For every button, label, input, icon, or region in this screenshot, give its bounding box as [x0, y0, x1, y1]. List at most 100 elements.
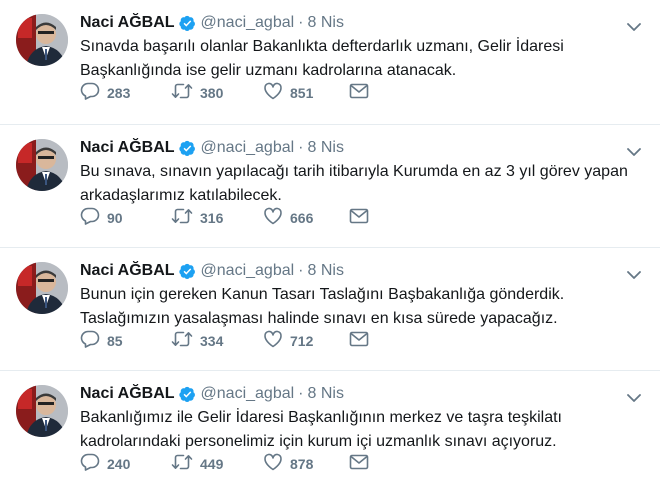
- tweet-text-line: Sınavda başarılı olanlar Bakanlıkta deft…: [80, 38, 564, 55]
- reply-button[interactable]: 240: [80, 453, 171, 476]
- tweet-timestamp[interactable]: 8 Nis: [308, 139, 344, 157]
- reply-icon: [80, 207, 100, 230]
- tweet-text: Sınavda başarılı olanlar Bakanlıkta deft…: [80, 35, 640, 83]
- avatar-photo-icon: [16, 139, 68, 191]
- tweet[interactable]: Naci AĞBAL @naci_agbal · 8 Nis Bu sınava…: [0, 124, 660, 246]
- tweet[interactable]: Naci AĞBAL @naci_agbal · 8 Nis Sınavda b…: [0, 0, 660, 122]
- retweet-button[interactable]: 449: [171, 453, 263, 476]
- heart-icon: [263, 330, 283, 353]
- tweet-text: Bakanlığımız ile Gelir İdaresi Başkanlığ…: [80, 406, 640, 454]
- direct-message-icon: [349, 454, 369, 475]
- author-handle[interactable]: @naci_agbal: [201, 262, 295, 280]
- reply-count: 283: [107, 85, 131, 101]
- separator-dot: ·: [298, 262, 304, 279]
- tweet[interactable]: Naci AĞBAL @naci_agbal · 8 Nis Bakanlığı…: [0, 370, 660, 492]
- reply-button[interactable]: 283: [80, 82, 171, 105]
- reply-button[interactable]: 90: [80, 207, 171, 230]
- author-name[interactable]: Naci AĞBAL: [80, 14, 175, 32]
- reply-count: 90: [107, 210, 123, 226]
- tweet-header: Naci AĞBAL @naci_agbal · 8 Nis: [80, 261, 344, 281]
- direct-message-button[interactable]: [349, 83, 369, 104]
- tweet-text: Bunun için gereken Kanun Tasarı Taslağın…: [80, 283, 640, 331]
- avatar[interactable]: [16, 262, 68, 314]
- avatar[interactable]: [16, 385, 68, 437]
- separator-dot: ·: [298, 385, 304, 402]
- retweet-count: 334: [200, 333, 224, 349]
- tweet-actions: 240 449 878: [80, 452, 369, 476]
- separator-dot: ·: [298, 14, 304, 31]
- tweet-text-line: Başkanlığında ise gelir uzmanı kadroları…: [80, 62, 457, 79]
- tweet-actions: 283 380 851: [80, 81, 369, 105]
- tweet-timeline: Naci AĞBAL @naci_agbal · 8 Nis Sınavda b…: [0, 0, 660, 494]
- author-handle[interactable]: @naci_agbal: [201, 14, 295, 32]
- direct-message-button[interactable]: [349, 208, 369, 229]
- retweet-count: 380: [200, 85, 224, 101]
- like-count: 712: [290, 333, 314, 349]
- avatar[interactable]: [16, 139, 68, 191]
- retweet-button[interactable]: 334: [171, 330, 263, 353]
- verified-badge-icon: [178, 263, 196, 280]
- direct-message-icon: [349, 208, 369, 229]
- retweet-count: 449: [200, 456, 224, 472]
- like-button[interactable]: 666: [263, 207, 349, 230]
- tweet-actions: 85 334 712: [80, 329, 369, 353]
- author-handle[interactable]: @naci_agbal: [201, 139, 295, 157]
- tweet-header: Naci AĞBAL @naci_agbal · 8 Nis: [80, 384, 344, 404]
- like-count: 666: [290, 210, 314, 226]
- like-button[interactable]: 851: [263, 82, 349, 105]
- reply-count: 85: [107, 333, 123, 349]
- retweet-icon: [171, 330, 193, 353]
- avatar-photo-icon: [16, 262, 68, 314]
- tweet-timestamp[interactable]: 8 Nis: [308, 385, 344, 403]
- direct-message-button[interactable]: [349, 331, 369, 352]
- tweet-header: Naci AĞBAL @naci_agbal · 8 Nis: [80, 138, 344, 158]
- retweet-button[interactable]: 380: [171, 82, 263, 105]
- tweet-timestamp[interactable]: 8 Nis: [308, 14, 344, 32]
- tweet-text-line: Bu sınava, sınavın yapılacağı tarih itib…: [80, 163, 628, 180]
- heart-icon: [263, 82, 283, 105]
- tweet[interactable]: Naci AĞBAL @naci_agbal · 8 Nis Bunun içi…: [0, 247, 660, 369]
- reply-icon: [80, 330, 100, 353]
- direct-message-icon: [349, 331, 369, 352]
- chevron-down-icon[interactable]: [626, 268, 642, 280]
- direct-message-button[interactable]: [349, 454, 369, 475]
- heart-icon: [263, 207, 283, 230]
- heart-icon: [263, 453, 283, 476]
- verified-badge-icon: [178, 386, 196, 403]
- like-button[interactable]: 712: [263, 330, 349, 353]
- retweet-button[interactable]: 316: [171, 207, 263, 230]
- author-name[interactable]: Naci AĞBAL: [80, 139, 175, 157]
- author-handle[interactable]: @naci_agbal: [201, 385, 295, 403]
- like-button[interactable]: 878: [263, 453, 349, 476]
- chevron-down-icon[interactable]: [626, 145, 642, 157]
- verified-badge-icon: [178, 140, 196, 157]
- verified-badge-icon: [178, 15, 196, 32]
- like-count: 878: [290, 456, 314, 472]
- retweet-icon: [171, 453, 193, 476]
- tweet-timestamp[interactable]: 8 Nis: [308, 262, 344, 280]
- author-name[interactable]: Naci AĞBAL: [80, 385, 175, 403]
- tweet-text-line: kadrolarındaki personelimiz için kurum i…: [80, 433, 557, 450]
- retweet-icon: [171, 82, 193, 105]
- direct-message-icon: [349, 83, 369, 104]
- separator-dot: ·: [298, 139, 304, 156]
- tweet-header: Naci AĞBAL @naci_agbal · 8 Nis: [80, 13, 344, 33]
- avatar-photo-icon: [16, 14, 68, 66]
- author-name[interactable]: Naci AĞBAL: [80, 262, 175, 280]
- reply-icon: [80, 453, 100, 476]
- reply-icon: [80, 82, 100, 105]
- avatar[interactable]: [16, 14, 68, 66]
- tweet-text-line: Bakanlığımız ile Gelir İdaresi Başkanlığ…: [80, 409, 562, 426]
- like-count: 851: [290, 85, 314, 101]
- tweet-text-line: arkadaşlarımız katılabilecek.: [80, 187, 282, 204]
- avatar-photo-icon: [16, 385, 68, 437]
- tweet-text: Bu sınava, sınavın yapılacağı tarih itib…: [80, 160, 640, 208]
- retweet-count: 316: [200, 210, 224, 226]
- retweet-icon: [171, 207, 193, 230]
- reply-count: 240: [107, 456, 131, 472]
- tweet-actions: 90 316 666: [80, 206, 369, 230]
- reply-button[interactable]: 85: [80, 330, 171, 353]
- chevron-down-icon[interactable]: [626, 20, 642, 32]
- chevron-down-icon[interactable]: [626, 391, 642, 403]
- tweet-text-line: Taslağımızın yasalaşması halinde sınavı …: [80, 310, 558, 327]
